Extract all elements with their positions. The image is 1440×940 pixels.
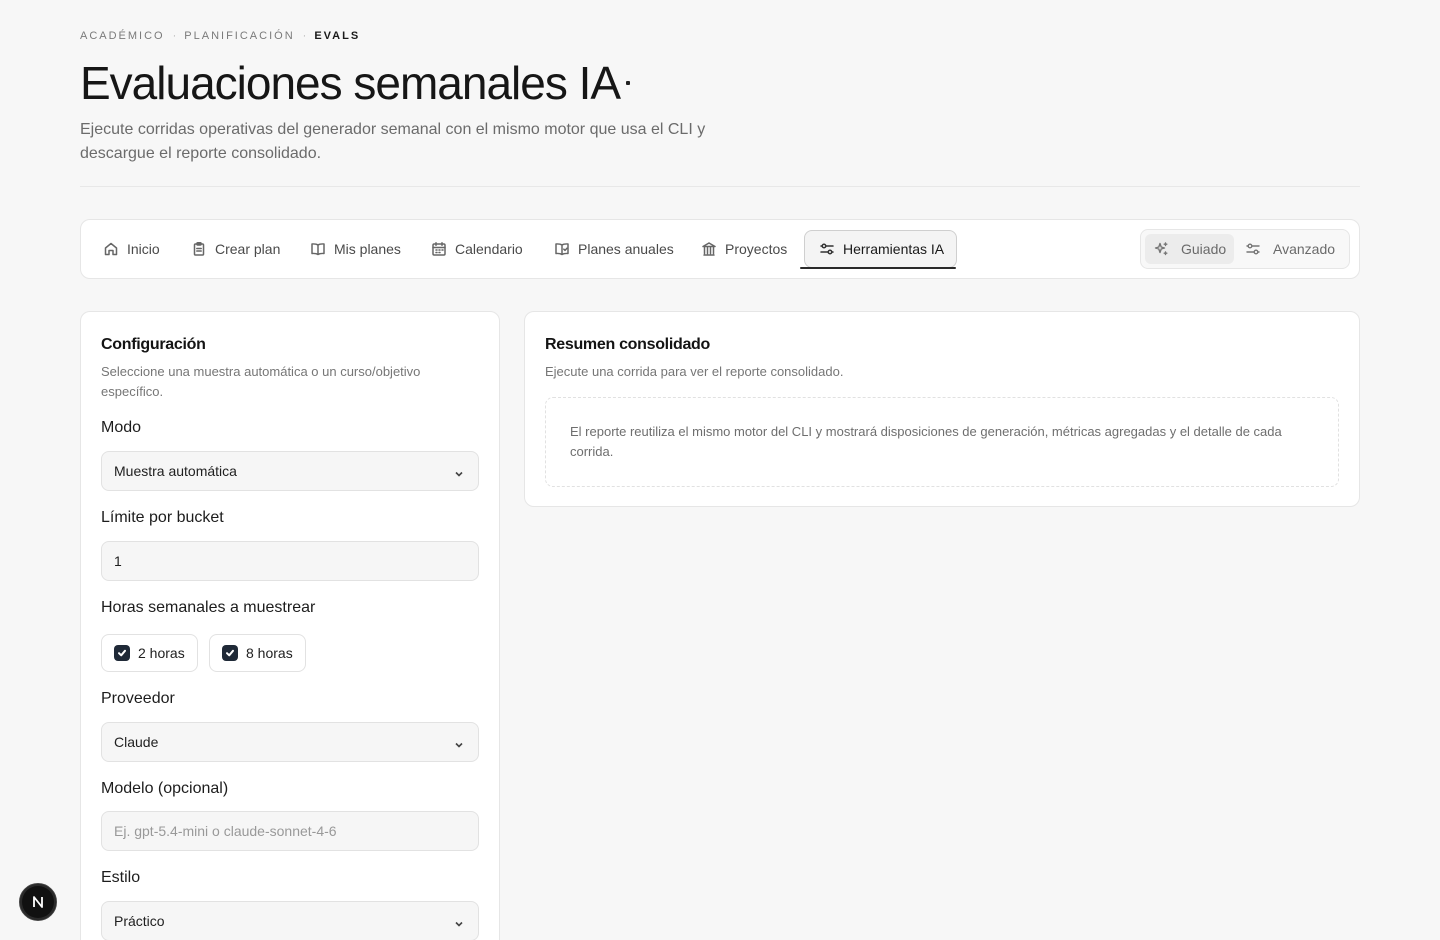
tab-label: Herramientas IA [843,241,945,257]
provider-label: Proveedor [101,690,175,707]
page-title: Evaluaciones semanales IA [80,56,631,110]
nextjs-dev-badge[interactable] [19,883,57,921]
tab-label: Crear plan [215,241,281,257]
breadcrumb-item-planificacion[interactable]: PLANIFICACIÓN [184,30,294,42]
hours-option-2[interactable]: 2 horas [101,634,198,672]
breadcrumb-item-evals: EVALS [314,30,361,42]
tab-herramientas-ia[interactable]: Herramientas IA [804,230,958,268]
model-label: Modelo (opcional) [101,780,229,797]
limit-label: Límite por bucket [101,509,224,526]
mode-guided-button[interactable]: Guiado [1145,234,1235,264]
book-check-icon [555,243,569,256]
config-subtitle: Seleccione una muestra automática o un c… [101,364,421,399]
sliders-icon [820,243,834,255]
breadcrumb: ACADÉMICO · PLANIFICACIÓN · EVALS [80,30,360,42]
tab-crear-plan[interactable]: Crear plan [191,230,292,268]
main-nav: Inicio Crear plan Mis planes Calendario … [80,219,1360,279]
clipboard-icon [193,242,205,256]
checkbox-checked[interactable] [114,645,130,661]
check-icon [226,649,234,657]
provider-select[interactable]: Claude [101,722,479,762]
hours-option-8[interactable]: 8 horas [209,634,306,672]
header-divider [80,186,1360,187]
style-select[interactable]: Práctico [101,901,479,940]
active-tab-indicator [800,267,956,269]
book-open-icon [311,243,325,256]
calendar-icon [432,242,446,256]
mode-label: Modo [101,419,142,436]
tab-proyectos[interactable]: Proyectos [701,230,799,268]
model-input[interactable] [114,823,466,839]
tab-label: Mis planes [334,241,401,257]
sliders-icon [1246,243,1260,255]
summary-empty-state: El reporte reutiliza el mismo motor del … [545,397,1339,487]
tab-mis-planes[interactable]: Mis planes [310,230,413,268]
limit-input-wrapper [101,541,479,581]
breadcrumb-separator: · [302,30,307,42]
model-input-wrapper [101,811,479,851]
mode-select-value: Muestra automática [114,463,237,479]
chevron-down-icon [454,737,464,748]
check-icon [118,649,126,657]
provider-select-value: Claude [114,734,159,750]
style-label: Estilo [101,869,141,886]
style-select-value: Práctico [114,913,165,929]
limit-input[interactable] [114,553,466,569]
chevron-down-icon [454,466,464,477]
tab-label: Proyectos [725,241,788,257]
home-icon [104,242,118,256]
cursor-dot [626,80,631,85]
tab-calendario[interactable]: Calendario [431,230,535,268]
summary-subtitle: Ejecute una corrida para ver el reporte … [545,364,844,379]
chevron-down-icon [454,916,464,927]
mode-guided-label: Guiado [1181,241,1227,257]
tab-inicio[interactable]: Inicio [103,230,172,268]
mode-advanced-button[interactable]: Avanzado [1245,234,1335,264]
mode-advanced-label: Avanzado [1273,241,1336,257]
config-card: Configuración Seleccione una muestra aut… [80,311,500,940]
nextjs-logo-icon [33,896,43,908]
breadcrumb-separator: · [172,30,177,42]
tab-label: Planes anuales [578,241,674,257]
breadcrumb-item-academico[interactable]: ACADÉMICO [80,30,165,42]
mode-switch: Guiado Avanzado [1140,229,1350,269]
mode-select[interactable]: Muestra automática [101,451,479,491]
tab-planes-anuales[interactable]: Planes anuales [554,230,686,268]
summary-card: Resumen consolidado Ejecute una corrida … [524,311,1360,507]
tab-label: Inicio [127,241,160,257]
landmark-icon [702,242,716,256]
hours-label: Horas semanales a muestrear [101,599,316,616]
tab-label: Calendario [455,241,523,257]
hours-option-label: 2 horas [138,645,185,661]
hours-option-label: 8 horas [246,645,293,661]
page-title-text: Evaluaciones semanales IA [80,57,621,109]
summary-title: Resumen consolidado [545,336,710,353]
config-title: Configuración [101,336,206,353]
sparkles-icon [1154,242,1168,256]
checkbox-checked[interactable] [222,645,238,661]
page-description: Ejecute corridas operativas del generado… [80,121,706,162]
